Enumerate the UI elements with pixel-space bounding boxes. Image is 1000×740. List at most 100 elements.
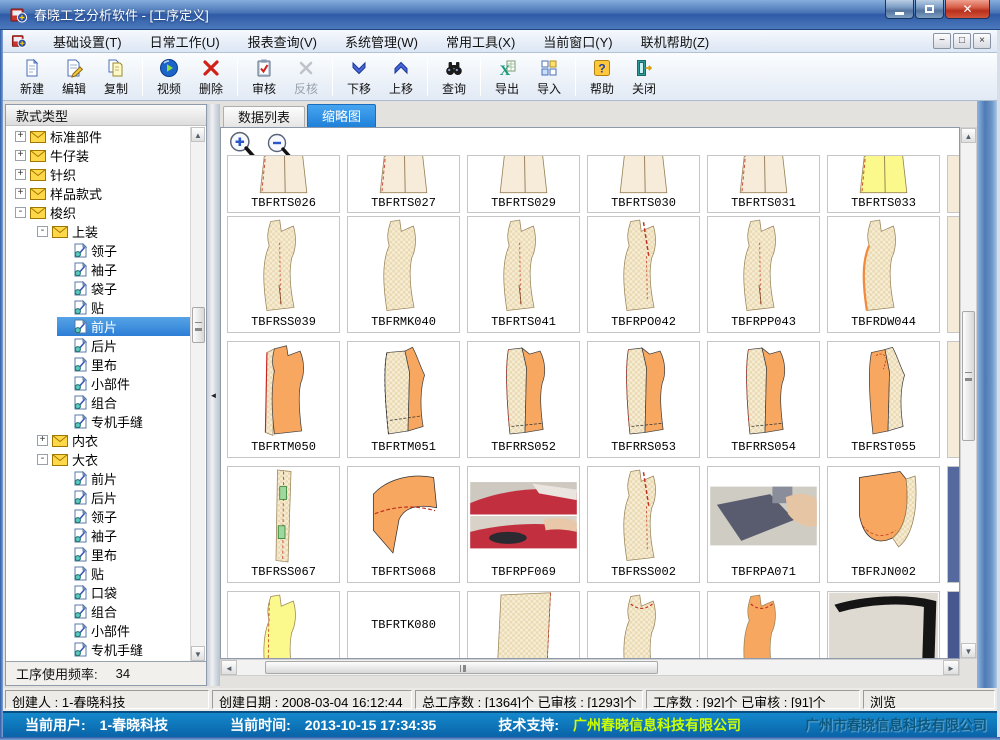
toolbar-button-close-door[interactable]: 关闭	[623, 55, 665, 99]
thumbnail-TBFRTS068[interactable]: TBFRTS068	[347, 466, 460, 583]
tree-item-样品款式[interactable]: +样品款式	[13, 184, 191, 203]
thumbnail-TBFRJN002[interactable]: TBFRJN002	[827, 466, 940, 583]
thumbnail-TBFRRS053[interactable]: TBFRRS053	[587, 341, 700, 458]
tree-item-袖子[interactable]: 袖子	[57, 260, 191, 279]
tab-thumbnails[interactable]: 缩略图	[307, 104, 376, 128]
tree-item-口袋[interactable]: 口袋	[57, 583, 191, 602]
thumbnail-TBFRRS054[interactable]: TBFRRS054	[707, 341, 820, 458]
expand-plus-icon[interactable]: +	[15, 150, 26, 161]
tree-item-牛仔装[interactable]: +牛仔装	[13, 146, 191, 165]
thumbnail-TBFRST055[interactable]: TBFRST055	[827, 341, 940, 458]
scroll-down-icon[interactable]: ▼	[191, 646, 205, 661]
thumbnail-TBFRTM051[interactable]: TBFRTM051	[347, 341, 460, 458]
tree-item-贴[interactable]: 贴	[57, 298, 191, 317]
expand-plus-icon[interactable]: +	[15, 188, 26, 199]
scroll-right-icon[interactable]: ►	[943, 660, 959, 675]
close-button[interactable]: ✕	[945, 0, 990, 19]
maximize-button[interactable]	[915, 0, 944, 19]
tree-item-领子[interactable]: 领子	[57, 241, 191, 260]
scroll-up-icon[interactable]: ▲	[961, 128, 976, 143]
tree-item-上装[interactable]: -上装	[35, 222, 191, 241]
tree-item-领子[interactable]: 领子	[57, 507, 191, 526]
menu-item-7[interactable]: 联机帮助(Z)	[627, 29, 724, 54]
tree-item-前片[interactable]: 前片	[57, 469, 191, 488]
expand-plus-icon[interactable]: +	[37, 435, 48, 446]
thumbnail-TBFRTS041[interactable]: TBFRTS041	[467, 216, 580, 333]
mdi-restore-button[interactable]: □	[953, 33, 971, 49]
menu-item-6[interactable]: 当前窗口(Y)	[529, 29, 626, 54]
toolbar-button-audit-check[interactable]: 审核	[243, 55, 285, 99]
titlebar[interactable]: 春晓工艺分析软件 - [工序定义] ✕	[0, 0, 1000, 30]
tree-item-里布[interactable]: 里布	[57, 545, 191, 564]
tree-item-小部件[interactable]: 小部件	[57, 621, 191, 640]
toolbar-button-copy[interactable]: 复制	[95, 55, 137, 99]
thumbnail-TBFRTS027[interactable]: TBFRTS027	[347, 155, 460, 213]
tree-item-组合[interactable]: 组合	[57, 393, 191, 412]
vertical-scrollbar-thumb[interactable]	[962, 311, 975, 441]
toolbar-button-help[interactable]: ?帮助	[581, 55, 623, 99]
tree-item-袋子[interactable]: 袋子	[57, 279, 191, 298]
thumbnail-TBFRSS067[interactable]: TBFRSS067	[227, 466, 340, 583]
thumbnail-TBFRTK080[interactable]: TBFRTK080	[347, 591, 460, 659]
menu-item-3[interactable]: 报表查询(V)	[234, 29, 331, 54]
thumbnail-TBFRTS029[interactable]: TBFRTS029	[467, 155, 580, 213]
tree-item-专机手缝[interactable]: 专机手缝	[57, 412, 191, 431]
thumbnail-TBFRPP043[interactable]: TBFRPP043	[707, 216, 820, 333]
tree-item-里布[interactable]: 里布	[57, 355, 191, 374]
scroll-down-icon[interactable]: ▼	[961, 643, 976, 658]
collapse-minus-icon[interactable]: -	[37, 454, 48, 465]
expand-plus-icon[interactable]: +	[15, 169, 26, 180]
tree-item-内衣[interactable]: +内衣	[35, 431, 191, 450]
thumbnail-unlabeled[interactable]	[467, 591, 580, 659]
tree-item-大衣[interactable]: -大衣	[35, 450, 191, 469]
menu-item-4[interactable]: 系统管理(W)	[331, 29, 432, 54]
tab-data-list[interactable]: 数据列表	[223, 106, 305, 128]
toolbar-button-edit[interactable]: 编辑	[53, 55, 95, 99]
expand-plus-icon[interactable]: +	[15, 131, 26, 142]
tree-item-前片-selected[interactable]: 前片	[57, 317, 191, 336]
horizontal-scrollbar[interactable]: ◄ ►	[220, 659, 960, 676]
thumbnail-TBFRMK040[interactable]: TBFRMK040	[347, 216, 460, 333]
mdi-close-button[interactable]: ×	[973, 33, 991, 49]
toolbar-button-move-up[interactable]: 上移	[380, 55, 422, 99]
tree-scrollbar[interactable]: ▲ ▼	[190, 127, 205, 661]
scroll-left-icon[interactable]: ◄	[221, 660, 237, 675]
thumbnail-TBFRDW044[interactable]: TBFRDW044	[827, 216, 940, 333]
horizontal-scrollbar-thumb[interactable]	[265, 661, 658, 674]
tree-item-标准部件[interactable]: +标准部件	[13, 127, 191, 146]
tree-item-组合[interactable]: 组合	[57, 602, 191, 621]
minimize-button[interactable]	[885, 0, 914, 19]
toolbar-button-video[interactable]: 视频	[148, 55, 190, 99]
scroll-up-icon[interactable]: ▲	[191, 127, 205, 142]
collapse-minus-icon[interactable]: -	[15, 207, 26, 218]
thumbnail-unlabeled[interactable]	[827, 591, 940, 659]
thumbnail-unlabeled[interactable]	[707, 591, 820, 659]
mdi-minimize-button[interactable]: −	[933, 33, 951, 49]
tree-item-专机手缝[interactable]: 专机手缝	[57, 640, 191, 659]
toolbar-button-new-document[interactable]: 新建	[11, 55, 53, 99]
tree-item-后片[interactable]: 后片	[57, 488, 191, 507]
tree-item-袖子[interactable]: 袖子	[57, 526, 191, 545]
thumbnail-unlabeled[interactable]	[587, 591, 700, 659]
toolbar-button-move-down[interactable]: 下移	[338, 55, 380, 99]
tree-item-后片[interactable]: 后片	[57, 336, 191, 355]
collapse-arrow-icon[interactable]: ◄	[210, 391, 218, 400]
menu-item-2[interactable]: 日常工作(U)	[136, 29, 234, 54]
thumbnail-TBFRRS052[interactable]: TBFRRS052	[467, 341, 580, 458]
panel-splitter[interactable]: ◄	[207, 104, 220, 686]
thumbnail-TBFRTS033[interactable]: TBFRTS033	[827, 155, 940, 213]
thumbnail-TBFRTS026[interactable]: TBFRTS026	[227, 155, 340, 213]
thumbnail-TBFRPA071[interactable]: TBFRPA071	[707, 466, 820, 583]
thumbnail-TBFRTS031[interactable]: TBFRTS031	[707, 155, 820, 213]
tree-scrollbar-thumb[interactable]	[192, 307, 205, 343]
vertical-scrollbar[interactable]: ▲ ▼	[960, 127, 977, 659]
tree-item-小部件[interactable]: 小部件	[57, 374, 191, 393]
tree-item-针织[interactable]: +针织	[13, 165, 191, 184]
thumbnail-TBFRPF069[interactable]: TBFRPF069	[467, 466, 580, 583]
thumbnail-TBFRSS002[interactable]: TBFRSS002	[587, 466, 700, 583]
toolbar-button-delete[interactable]: 删除	[190, 55, 232, 99]
toolbar-button-export-excel[interactable]: X导出	[486, 55, 528, 99]
thumbnail-TBFRTM050[interactable]: TBFRTM050	[227, 341, 340, 458]
toolbar-button-search-binoculars[interactable]: 查询	[433, 55, 475, 99]
thumbnail-unlabeled[interactable]	[227, 591, 340, 659]
